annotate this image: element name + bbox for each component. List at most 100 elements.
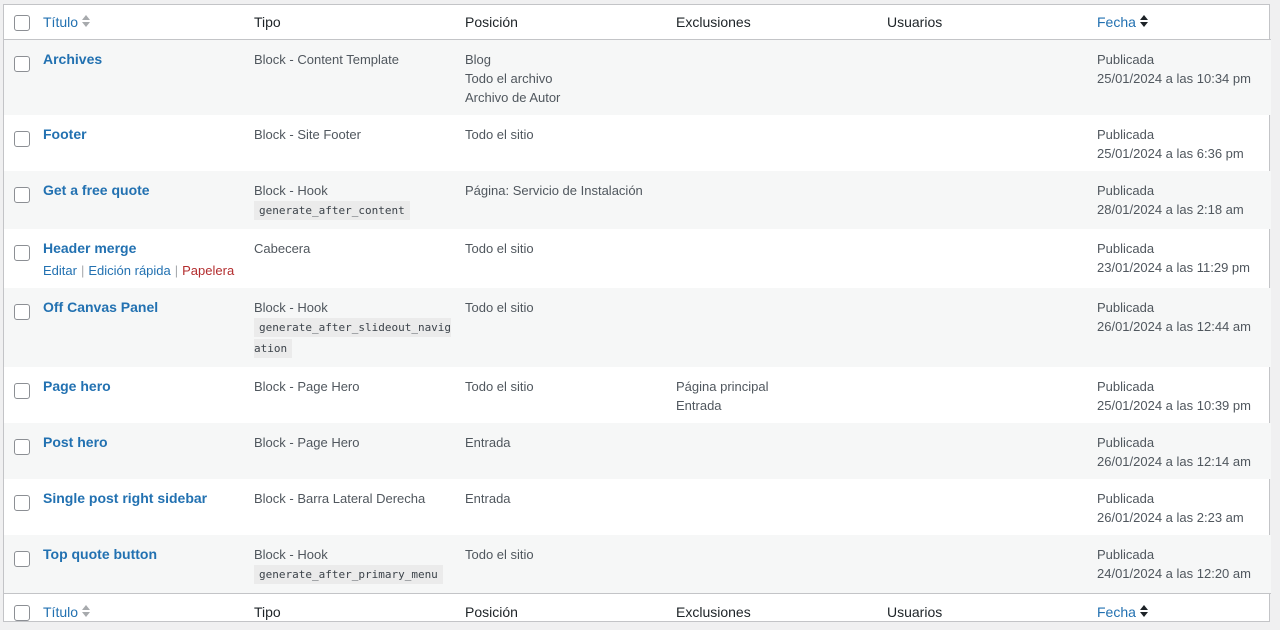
- table-header-row: Título Tipo Posición Exclusiones Usuario…: [4, 5, 1271, 40]
- row-checkbox[interactable]: [14, 187, 30, 203]
- row-title-link[interactable]: Page hero: [43, 378, 111, 394]
- usuarios-cell: [887, 40, 1097, 116]
- tipo-cell: Block - Content Template: [254, 40, 465, 116]
- row-checkbox-cell: [4, 115, 43, 171]
- usuarios-cell: [887, 367, 1097, 423]
- row-checkbox[interactable]: [14, 131, 30, 147]
- row-checkbox-cell: [4, 40, 43, 116]
- sort-by-title-link[interactable]: Título: [43, 14, 92, 30]
- tipo-text: Block - Hook: [254, 298, 457, 317]
- column-fecha-label[interactable]: Fecha: [1097, 14, 1136, 30]
- sort-desc-icon: [1140, 605, 1150, 617]
- title-cell: Top quote button: [43, 535, 254, 594]
- usuarios-cell: [887, 423, 1097, 479]
- exclusiones-cell: [676, 288, 887, 367]
- hook-wrapper: generate_after_content: [254, 200, 457, 221]
- select-all-checkbox-footer[interactable]: [14, 605, 30, 621]
- table-row: Header mergeEditar|Edición rápida|Papele…: [4, 229, 1271, 288]
- row-actions: Editar|Edición rápida|Papelera: [43, 261, 246, 280]
- table-row: ArchivesBlock - Content TemplateBlogTodo…: [4, 40, 1271, 116]
- elements-list-table: Título Tipo Posición Exclusiones Usuario…: [3, 4, 1270, 622]
- column-title-label[interactable]: Título: [43, 14, 78, 30]
- title-cell: Page hero: [43, 367, 254, 423]
- posicion-item: Entrada: [465, 433, 668, 452]
- status-text: Publicada: [1097, 377, 1263, 396]
- tipo-cell: Block - Site Footer: [254, 115, 465, 171]
- date-text: 28/01/2024 a las 2:18 am: [1097, 200, 1263, 219]
- row-checkbox-cell: [4, 367, 43, 423]
- table-body: ArchivesBlock - Content TemplateBlogTodo…: [4, 40, 1271, 594]
- quick-edit-link[interactable]: Edición rápida: [88, 263, 170, 278]
- tipo-text: Cabecera: [254, 239, 457, 258]
- status-text: Publicada: [1097, 545, 1263, 564]
- tipo-cell: Cabecera: [254, 229, 465, 288]
- tipo-cell: Block - Page Hero: [254, 423, 465, 479]
- title-cell: Single post right sidebar: [43, 479, 254, 535]
- tipo-text: Block - Page Hero: [254, 377, 457, 396]
- sort-arrows-icon: [82, 15, 92, 27]
- posicion-cell: Todo el sitio: [465, 367, 676, 423]
- status-text: Publicada: [1097, 298, 1263, 317]
- sort-by-title-link-footer[interactable]: Título: [43, 604, 92, 620]
- row-title-link[interactable]: Post hero: [43, 434, 108, 450]
- posicion-item: Todo el sitio: [465, 545, 668, 564]
- row-checkbox[interactable]: [14, 304, 30, 320]
- status-text: Publicada: [1097, 489, 1263, 508]
- date-text: 25/01/2024 a las 6:36 pm: [1097, 144, 1263, 163]
- posicion-item: Todo el sitio: [465, 377, 668, 396]
- row-checkbox[interactable]: [14, 551, 30, 567]
- posicion-item: Archivo de Autor: [465, 88, 668, 107]
- column-exclusiones-header: Exclusiones: [676, 594, 887, 630]
- usuarios-cell: [887, 535, 1097, 594]
- sort-by-fecha-link[interactable]: Fecha: [1097, 14, 1150, 30]
- row-title-link[interactable]: Archives: [43, 51, 102, 67]
- row-checkbox-cell: [4, 535, 43, 594]
- row-checkbox[interactable]: [14, 439, 30, 455]
- row-checkbox-cell: [4, 288, 43, 367]
- row-checkbox[interactable]: [14, 383, 30, 399]
- column-fecha-label[interactable]: Fecha: [1097, 604, 1136, 620]
- date-text: 24/01/2024 a las 12:20 am: [1097, 564, 1263, 583]
- select-all-checkbox[interactable]: [14, 15, 30, 31]
- fecha-cell: Publicada28/01/2024 a las 2:18 am: [1097, 171, 1271, 229]
- row-checkbox[interactable]: [14, 56, 30, 72]
- row-action-separator: |: [81, 263, 84, 278]
- edit-link[interactable]: Editar: [43, 263, 77, 278]
- title-cell: Header mergeEditar|Edición rápida|Papele…: [43, 229, 254, 288]
- row-title-link[interactable]: Header merge: [43, 240, 136, 256]
- tipo-text: Block - Barra Lateral Derecha: [254, 489, 457, 508]
- column-title-label[interactable]: Título: [43, 604, 78, 620]
- fecha-cell: Publicada24/01/2024 a las 12:20 am: [1097, 535, 1271, 594]
- usuarios-cell: [887, 115, 1097, 171]
- posicion-cell: Entrada: [465, 423, 676, 479]
- row-checkbox[interactable]: [14, 245, 30, 261]
- exclusiones-cell: [676, 229, 887, 288]
- exclusiones-cell: [676, 171, 887, 229]
- column-exclusiones-header: Exclusiones: [676, 5, 887, 40]
- title-cell: Post hero: [43, 423, 254, 479]
- date-text: 25/01/2024 a las 10:39 pm: [1097, 396, 1263, 415]
- table-row: Get a free quoteBlock - Hookgenerate_aft…: [4, 171, 1271, 229]
- row-title-link[interactable]: Get a free quote: [43, 182, 150, 198]
- sort-by-fecha-link-footer[interactable]: Fecha: [1097, 604, 1150, 620]
- exclusiones-cell: [676, 535, 887, 594]
- trash-link[interactable]: Papelera: [182, 263, 234, 278]
- posicion-cell: Todo el sitio: [465, 229, 676, 288]
- tipo-cell: Block - Page Hero: [254, 367, 465, 423]
- date-text: 26/01/2024 a las 2:23 am: [1097, 508, 1263, 527]
- tipo-text: Block - Site Footer: [254, 125, 457, 144]
- row-title-link[interactable]: Off Canvas Panel: [43, 299, 158, 315]
- row-title-link[interactable]: Top quote button: [43, 546, 157, 562]
- table-row: Page hero Block - Page Hero Todo el sitio P…: [4, 367, 1271, 423]
- tipo-text: Block - Content Template: [254, 50, 457, 69]
- row-checkbox-cell: [4, 479, 43, 535]
- hook-wrapper: generate_after_slideout_navigation: [254, 317, 457, 359]
- row-title-link[interactable]: Footer: [43, 126, 87, 142]
- row-title-link[interactable]: Single post right sidebar: [43, 490, 207, 506]
- exclusion-item: Entrada: [676, 396, 879, 415]
- table-footer-row: Título Tipo Posición Exclusiones Usuario…: [4, 594, 1271, 630]
- exclusion-item: Página principal: [676, 377, 879, 396]
- exclusiones-cell: Página principalEntrada: [676, 367, 887, 423]
- row-checkbox[interactable]: [14, 495, 30, 511]
- exclusiones-cell: [676, 423, 887, 479]
